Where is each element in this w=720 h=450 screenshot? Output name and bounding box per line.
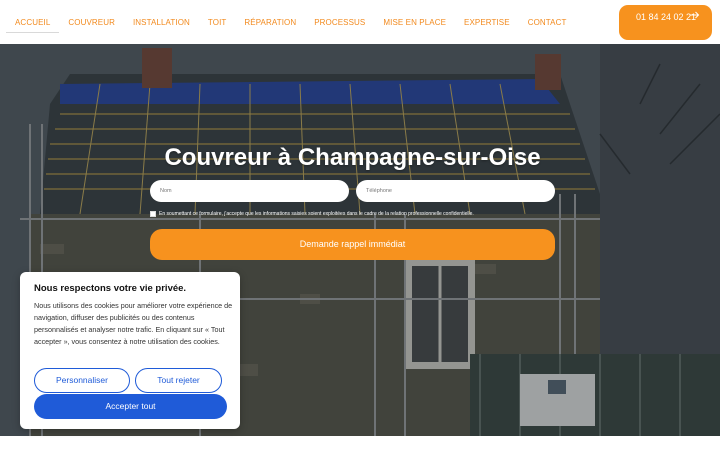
consent-row: En soumettant ce formulaire, j'accepte q… [150, 210, 570, 218]
hero-title: Couvreur à Champagne-sur-Oise [164, 144, 541, 171]
consent-text: En soumettant ce formulaire, j'accepte q… [159, 211, 474, 217]
nav-item-expertise[interactable]: EXPERTISE [455, 0, 519, 44]
nav-menu: ACCUEIL COUVREUR INSTALLATION TOIT RÉPAR… [6, 0, 575, 44]
page: ACCUEIL COUVREUR INSTALLATION TOIT RÉPAR… [0, 0, 720, 450]
consent-checkbox[interactable] [150, 211, 156, 217]
phone-input[interactable]: Téléphone [356, 180, 555, 202]
name-input[interactable]: Nom [150, 180, 349, 202]
nav-item-toit[interactable]: TOIT [199, 0, 235, 44]
arrow-right-icon [690, 11, 700, 19]
accept-all-button[interactable]: Accepter tout [34, 394, 227, 419]
cookie-title: Nous respectons votre vie privée. [34, 283, 187, 294]
customize-cookies-button[interactable]: Personnaliser [34, 368, 130, 393]
callback-request-button[interactable]: Demande rappel immédiat [150, 229, 555, 260]
nav-item-reparation[interactable]: RÉPARATION [235, 0, 305, 44]
nav-item-couvreur[interactable]: COUVREUR [59, 0, 124, 44]
nav-item-accueil[interactable]: ACCUEIL [6, 0, 60, 44]
phone-call-button[interactable]: 01 84 24 02 21 [619, 5, 712, 40]
nav-item-mise-en-place[interactable]: MISE EN PLACE [374, 0, 455, 44]
page-bottom-strip [0, 436, 720, 450]
cookie-description: Nous utilisons des cookies pour améliore… [34, 301, 233, 346]
nav-item-contact[interactable]: CONTACT [519, 0, 576, 44]
top-nav: ACCUEIL COUVREUR INSTALLATION TOIT RÉPAR… [0, 0, 720, 44]
nav-item-installation[interactable]: INSTALLATION [124, 0, 199, 44]
cookie-consent-dialog: Nous respectons votre vie privée. Nous u… [20, 272, 240, 429]
reject-all-button[interactable]: Tout rejeter [135, 368, 222, 393]
nav-item-processus[interactable]: PROCESSUS [305, 0, 374, 44]
